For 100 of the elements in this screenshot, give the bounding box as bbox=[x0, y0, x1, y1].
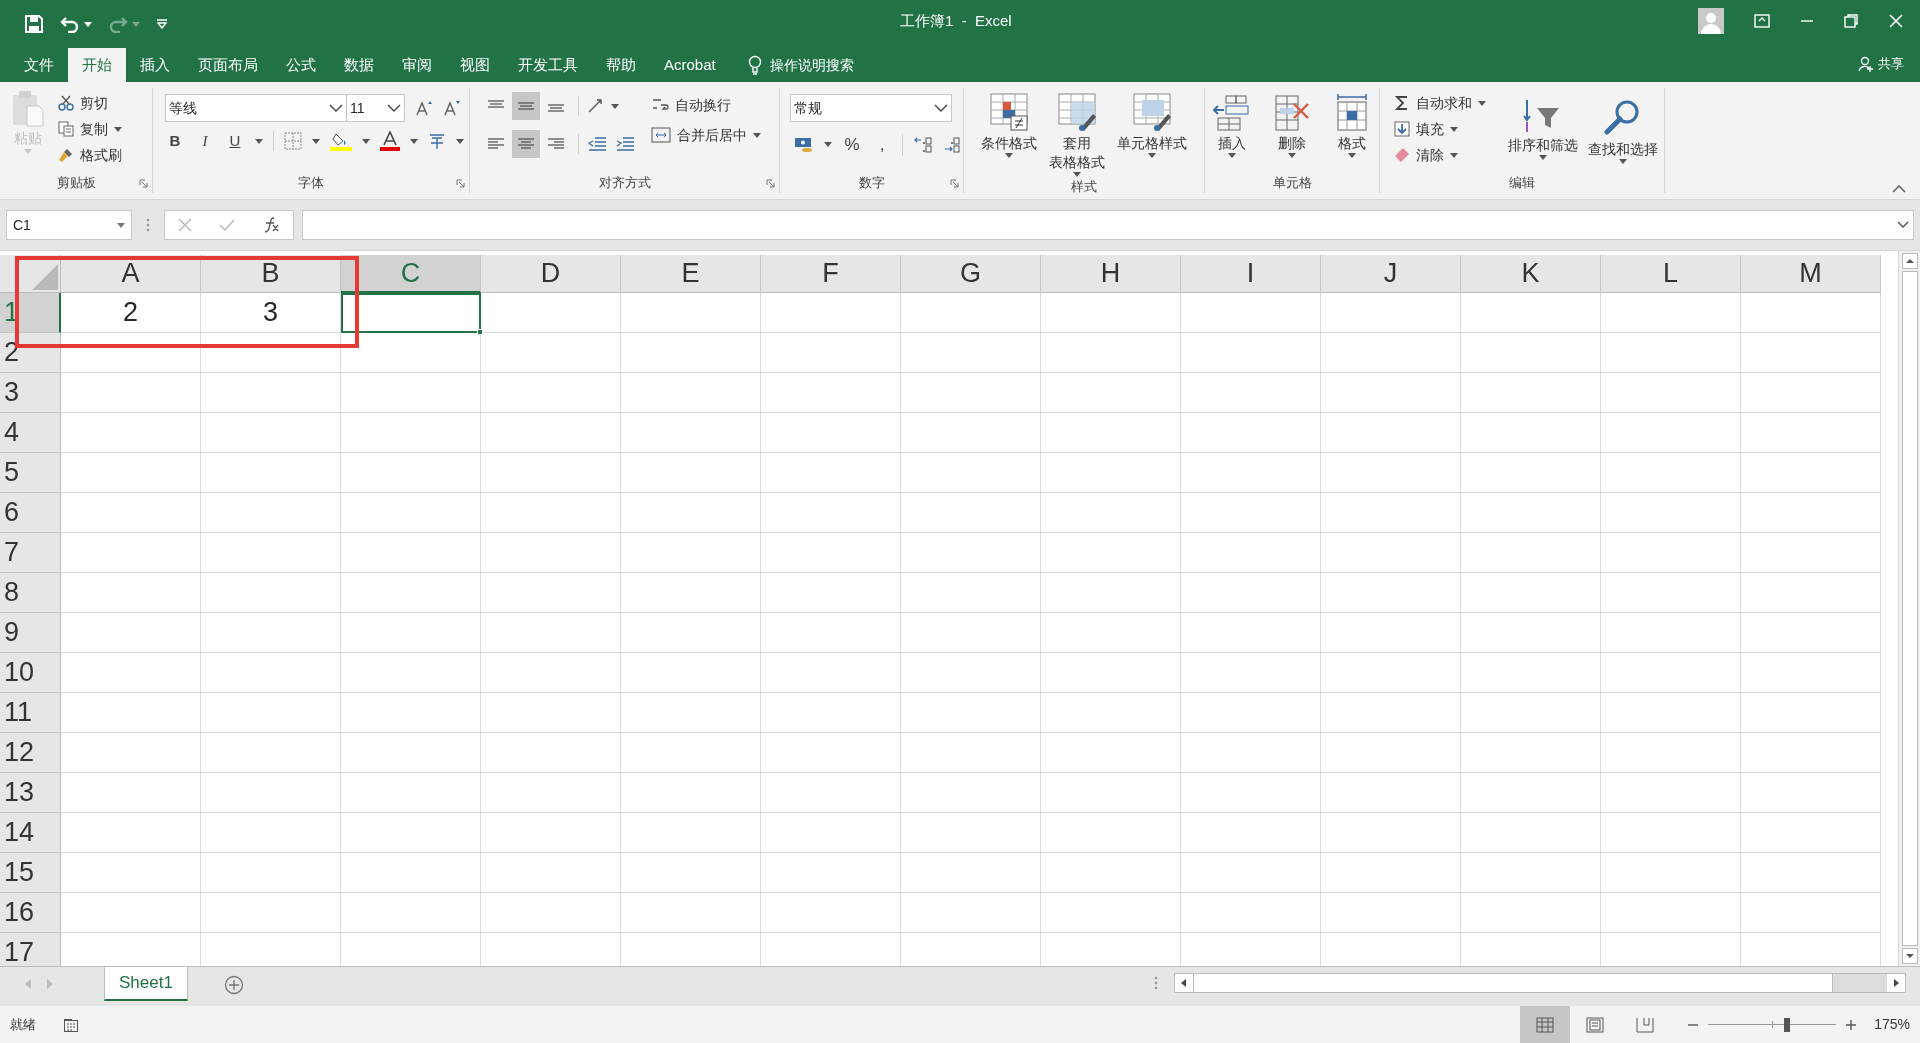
table-cell[interactable] bbox=[1321, 573, 1461, 613]
previous-sheet-icon[interactable] bbox=[24, 979, 32, 989]
row-header[interactable]: 9 bbox=[0, 613, 61, 653]
zoom-in-icon[interactable] bbox=[1846, 1019, 1857, 1030]
currency-icon[interactable] bbox=[794, 135, 814, 154]
table-cell[interactable] bbox=[1601, 333, 1741, 373]
column-header[interactable]: J bbox=[1321, 255, 1461, 293]
table-cell[interactable] bbox=[621, 853, 761, 893]
table-cell[interactable] bbox=[341, 773, 481, 813]
zoom-level[interactable]: 175% bbox=[1874, 1014, 1910, 1035]
table-cell[interactable] bbox=[1041, 453, 1181, 493]
ribbon-tab[interactable]: 视图 bbox=[446, 48, 504, 82]
table-cell[interactable] bbox=[481, 693, 621, 733]
table-cell[interactable] bbox=[761, 493, 901, 533]
table-cell[interactable] bbox=[1601, 413, 1741, 453]
table-cell[interactable] bbox=[1041, 413, 1181, 453]
table-cell[interactable] bbox=[621, 653, 761, 693]
table-cell[interactable] bbox=[1321, 813, 1461, 853]
table-cell[interactable] bbox=[1741, 893, 1881, 933]
table-cell[interactable] bbox=[481, 893, 621, 933]
table-cell[interactable] bbox=[341, 733, 481, 773]
table-cell[interactable] bbox=[201, 373, 341, 413]
table-cell[interactable] bbox=[1741, 373, 1881, 413]
delete-button[interactable]: 删除 bbox=[1268, 90, 1316, 173]
ribbon-tab[interactable]: 开发工具 bbox=[504, 48, 592, 82]
table-cell[interactable] bbox=[201, 773, 341, 813]
table-cell[interactable] bbox=[621, 813, 761, 853]
table-cell[interactable] bbox=[901, 573, 1041, 613]
table-cell[interactable] bbox=[201, 613, 341, 653]
table-cell[interactable] bbox=[1461, 493, 1601, 533]
table-cell[interactable] bbox=[1321, 533, 1461, 573]
table-cell[interactable] bbox=[1181, 373, 1321, 413]
ribbon-tab[interactable]: 开始 bbox=[68, 48, 126, 82]
row-header[interactable]: 8 bbox=[0, 573, 61, 613]
table-cell[interactable] bbox=[481, 293, 621, 333]
table-cell[interactable] bbox=[1321, 373, 1461, 413]
table-cell[interactable] bbox=[1741, 813, 1881, 853]
italic-button[interactable]: I bbox=[195, 130, 215, 152]
table-cell[interactable] bbox=[201, 573, 341, 613]
table-cell[interactable] bbox=[201, 533, 341, 573]
table-cell[interactable] bbox=[341, 573, 481, 613]
decrease-decimal-icon[interactable] bbox=[943, 135, 963, 154]
ribbon-tab[interactable]: Acrobat bbox=[650, 48, 730, 82]
table-cell[interactable] bbox=[201, 493, 341, 533]
table-cell[interactable] bbox=[1461, 413, 1601, 453]
table-cell[interactable] bbox=[621, 333, 761, 373]
ribbon-tab[interactable]: 页面布局 bbox=[184, 48, 272, 82]
table-cell[interactable] bbox=[1461, 813, 1601, 853]
table-cell[interactable] bbox=[201, 653, 341, 693]
row-header[interactable]: 16 bbox=[0, 893, 61, 933]
table-cell[interactable] bbox=[621, 453, 761, 493]
add-sheet-icon[interactable] bbox=[223, 975, 244, 995]
dialog-launcher-icon[interactable] bbox=[456, 179, 465, 188]
table-cell[interactable] bbox=[1601, 493, 1741, 533]
align-button[interactable] bbox=[512, 92, 540, 120]
table-cell[interactable] bbox=[1181, 733, 1321, 773]
table-cell[interactable] bbox=[61, 693, 201, 733]
row-header[interactable]: 3 bbox=[0, 373, 61, 413]
format-painter-button[interactable]: 格式刷 bbox=[56, 142, 124, 168]
table-cell[interactable] bbox=[201, 413, 341, 453]
table-cell[interactable] bbox=[1181, 493, 1321, 533]
table-cell[interactable] bbox=[61, 813, 201, 853]
table-cell[interactable] bbox=[1741, 733, 1881, 773]
table-cell[interactable] bbox=[61, 733, 201, 773]
table-cell[interactable] bbox=[1041, 813, 1181, 853]
table-cell[interactable] bbox=[761, 573, 901, 613]
table-cell[interactable] bbox=[341, 813, 481, 853]
table-cell[interactable] bbox=[901, 373, 1041, 413]
ribbon-tab[interactable]: 数据 bbox=[330, 48, 388, 82]
column-header[interactable]: M bbox=[1741, 255, 1881, 293]
table-cell[interactable] bbox=[1601, 533, 1741, 573]
table-cell[interactable] bbox=[1741, 773, 1881, 813]
table-cell[interactable] bbox=[61, 853, 201, 893]
table-cell[interactable] bbox=[761, 893, 901, 933]
font-name-field[interactable]: 等线 bbox=[165, 94, 347, 122]
table-cell[interactable] bbox=[1461, 693, 1601, 733]
enter-icon[interactable] bbox=[219, 218, 235, 232]
table-cell[interactable] bbox=[1741, 853, 1881, 893]
table-cell[interactable] bbox=[341, 373, 481, 413]
fill-color-icon[interactable] bbox=[330, 131, 352, 151]
table-cell[interactable] bbox=[1321, 613, 1461, 653]
cut-button[interactable]: 剪切 bbox=[56, 90, 124, 116]
table-cell[interactable] bbox=[1741, 573, 1881, 613]
table-cell[interactable] bbox=[1601, 813, 1741, 853]
find-select-button[interactable]: 查找和选择 bbox=[1584, 96, 1662, 173]
fill-handle[interactable] bbox=[477, 329, 483, 335]
table-cell[interactable] bbox=[1321, 733, 1461, 773]
table-cell[interactable] bbox=[1461, 293, 1601, 333]
table-cell[interactable] bbox=[1741, 413, 1881, 453]
number-format-field[interactable]: 常规 bbox=[790, 94, 952, 122]
table-cell[interactable] bbox=[761, 653, 901, 693]
table-cell[interactable]: 2 bbox=[61, 293, 201, 333]
row-header[interactable]: 17 bbox=[0, 933, 61, 966]
table-cell[interactable] bbox=[61, 533, 201, 573]
table-cell[interactable] bbox=[761, 453, 901, 493]
table-cell[interactable] bbox=[901, 493, 1041, 533]
table-cell[interactable] bbox=[61, 653, 201, 693]
table-cell[interactable] bbox=[1321, 413, 1461, 453]
table-cell[interactable] bbox=[1741, 333, 1881, 373]
table-cell[interactable] bbox=[481, 413, 621, 453]
